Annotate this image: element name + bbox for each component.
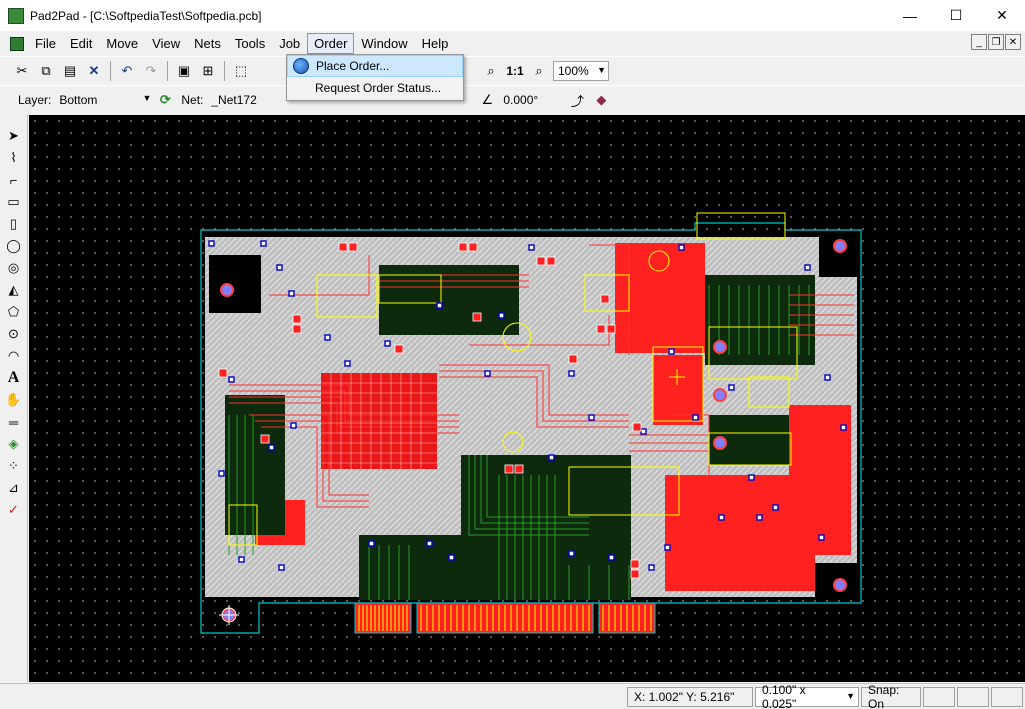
menu-help[interactable]: Help [415, 33, 456, 54]
window-title: Pad2Pad - [C:\SoftpediaTest\Softpedia.pc… [30, 8, 262, 23]
select-area-icon[interactable]: ⬚ [230, 60, 252, 82]
net-field[interactable]: _Net172 [207, 90, 277, 110]
globe-icon [293, 58, 309, 74]
net-value: _Net172 [211, 93, 257, 107]
document-icon[interactable] [10, 36, 24, 51]
via-icon[interactable]: ◎ [4, 257, 24, 279]
net-label: Net: [181, 93, 204, 107]
layer-value: Bottom [59, 93, 98, 107]
properties-icon[interactable]: ▣ [173, 60, 195, 82]
route-icon[interactable]: ⌐ [4, 169, 24, 191]
dimension-icon[interactable]: ⊿ [4, 477, 24, 499]
order-menu: Place Order... Request Order Status... [286, 54, 464, 101]
chevron-down-icon: ▼ [597, 65, 606, 75]
main-toolbar: ✂ ⧉ ▤ ✕ ↶ ↷ ▣ ⊞ ⬚ ⌕ 1:1 ⌕ 100% ▼ [0, 56, 1025, 85]
grid-select[interactable]: 0.100" x 0.025" ▼ [755, 683, 859, 709]
zoom-value: 100% [558, 64, 589, 78]
pointer-icon[interactable]: ➤ [4, 125, 24, 147]
pcb-canvas[interactable] [29, 115, 1025, 682]
grid-value: 0.100" x 0.025" [762, 682, 806, 709]
chevron-down-icon: ▼ [846, 690, 855, 701]
menu-window[interactable]: Window [354, 33, 414, 54]
place-order-label: Place Order... [316, 59, 390, 73]
zoom-select[interactable]: 100% ▼ [553, 61, 609, 81]
menu-edit[interactable]: Edit [63, 33, 99, 54]
status-bar: X: 1.002" Y: 5.216" 0.100" x 0.025" ▼ Sn… [0, 683, 1025, 709]
status-panel [923, 686, 955, 707]
flip-icon[interactable]: ◆ [590, 89, 612, 111]
cut-icon[interactable]: ✂ [11, 60, 33, 82]
drawing-toolbar: ➤ ⌇ ⌐ ▭ ▯ ◯ ◎ ◭ ⬠ ⊙ ◠ A ✋ ═ ◈ ⁘ ⊿ ✓ [0, 115, 28, 682]
layer-select[interactable]: Bottom ▼ [55, 90, 153, 110]
angle-icon: ∠ [481, 92, 494, 107]
copper-bottom-region [225, 395, 285, 535]
menu-order[interactable]: Order [307, 33, 355, 54]
rectangle-icon[interactable]: ▭ [4, 191, 24, 213]
origin-marker [219, 605, 239, 625]
copper-bottom-region [359, 535, 469, 600]
request-order-status-item[interactable]: Request Order Status... [287, 77, 463, 99]
app-icon [8, 7, 24, 24]
status-panel [991, 686, 1023, 707]
measure-icon[interactable]: ⊞ [197, 60, 219, 82]
menu-file[interactable]: File [28, 33, 63, 54]
menu-tools[interactable]: Tools [228, 33, 272, 54]
close-button[interactable]: ✕ [979, 0, 1025, 31]
mdi-minimize-button[interactable]: _ [971, 34, 987, 50]
refresh-icon[interactable]: ⟳ [154, 89, 176, 111]
hole-icon[interactable]: ⊙ [4, 323, 24, 345]
layers-icon[interactable]: ◈ [4, 433, 24, 455]
ellipse-icon[interactable]: ◯ [4, 235, 24, 257]
properties-toolbar: Layer: Bottom ▼ ⟳ Net: _Net172 ∠ 0.000° … [0, 85, 1025, 114]
maximize-button[interactable]: ☐ [933, 0, 979, 31]
menu-nets[interactable]: Nets [187, 33, 228, 54]
trace-icon[interactable]: ⌇ [4, 147, 24, 169]
pcb-drawing [200, 212, 862, 634]
menu-move[interactable]: Move [99, 33, 145, 54]
minimize-button[interactable]: — [887, 0, 933, 31]
menu-view[interactable]: View [145, 33, 187, 54]
status-panel [957, 686, 989, 707]
redo-icon[interactable]: ↷ [140, 60, 162, 82]
copy-icon[interactable]: ⧉ [35, 60, 57, 82]
component-icon[interactable]: ▯ [4, 213, 24, 235]
arc-icon[interactable]: ◠ [4, 345, 24, 367]
angle-value: 0.000° [503, 93, 539, 107]
chevron-down-icon: ▼ [142, 93, 152, 103]
mdi-close-button[interactable]: ✕ [1005, 34, 1021, 50]
title-bar: Pad2Pad - [C:\SoftpediaTest\Softpedia.pc… [0, 0, 1025, 31]
rotate-icon[interactable]: ⤴ [566, 89, 588, 111]
angle-field[interactable]: 0.000° [499, 90, 565, 110]
ruler-icon[interactable]: ═ [4, 411, 24, 433]
zoom-fit-icon[interactable]: ⌕ [480, 60, 502, 82]
place-order-item[interactable]: Place Order... [287, 55, 463, 77]
request-order-status-label: Request Order Status... [315, 81, 442, 95]
coordinates-readout: X: 1.002" Y: 5.216" [627, 686, 753, 707]
snap-status[interactable]: Snap: On [861, 683, 921, 709]
pan-icon[interactable]: ✋ [4, 389, 24, 411]
mdi-restore-button[interactable]: ❐ [988, 34, 1004, 50]
polygon-icon[interactable]: ⬠ [4, 301, 24, 323]
zoom-one-button[interactable]: 1:1 [504, 60, 526, 82]
zoom-icon[interactable]: ⌕ [528, 60, 550, 82]
menu-bar: File Edit Move View Nets Tools Job Order… [0, 32, 1025, 55]
text-icon[interactable]: A [4, 367, 24, 389]
edge-connector [354, 602, 656, 634]
pad-icon[interactable]: ◭ [4, 279, 24, 301]
undo-icon[interactable]: ↶ [116, 60, 138, 82]
drc-icon[interactable]: ✓ [4, 499, 24, 521]
layer-label: Layer: [18, 93, 52, 107]
grid-icon[interactable]: ⁘ [4, 455, 24, 477]
paste-icon[interactable]: ▤ [59, 60, 81, 82]
delete-icon[interactable]: ✕ [83, 60, 105, 82]
mount-cutout [209, 255, 261, 313]
menu-job[interactable]: Job [272, 33, 307, 54]
